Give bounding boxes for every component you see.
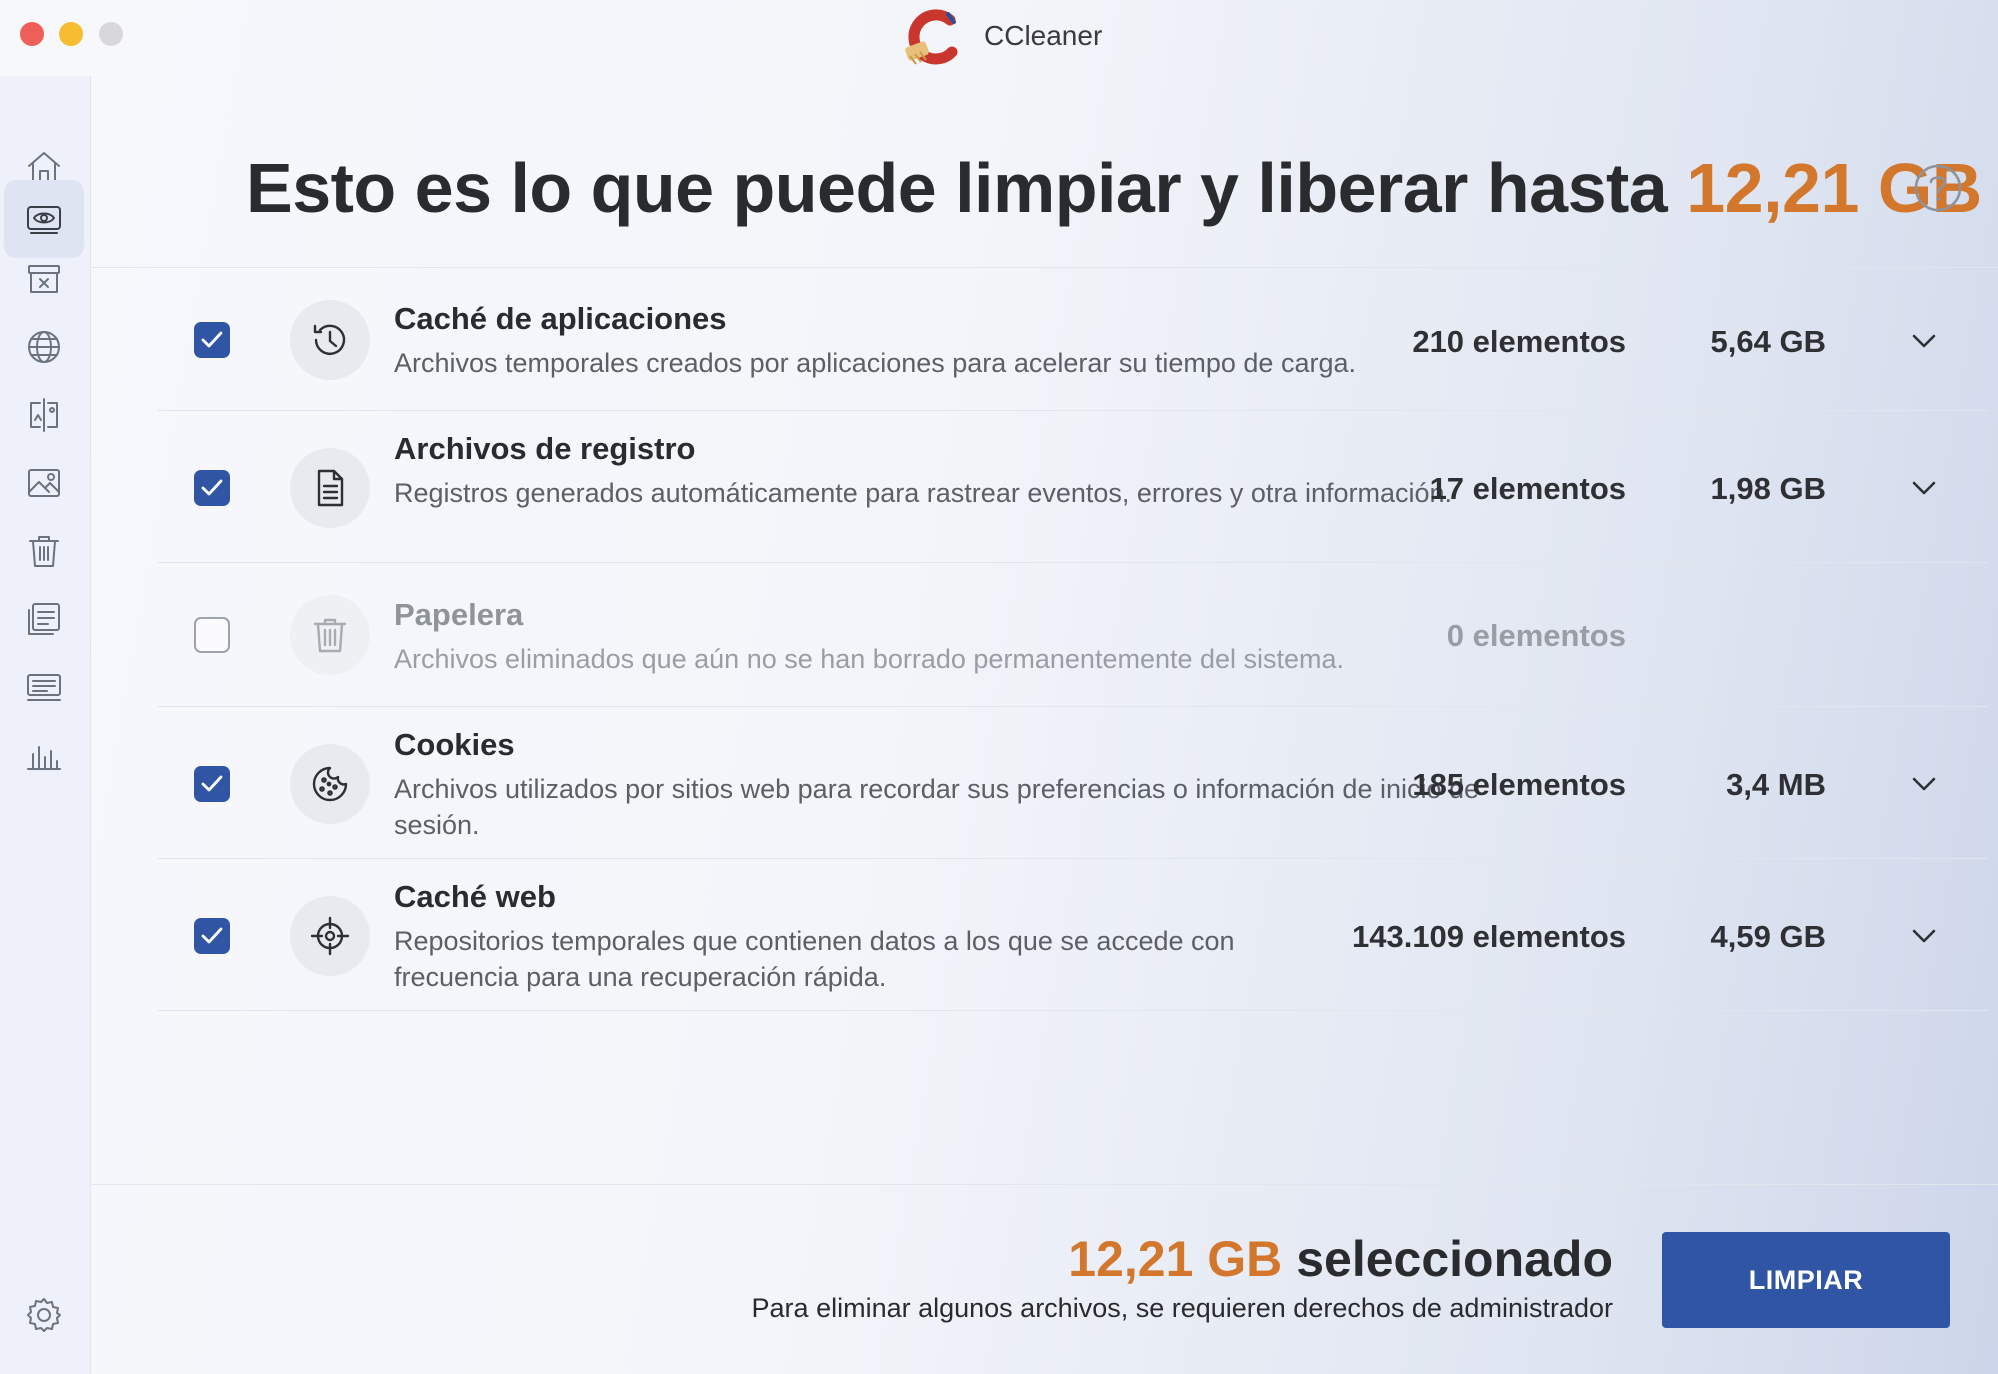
- app-window: CCleaner Esto es lo que puede limpiar y …: [0, 0, 1998, 1374]
- row-icon-bg: [290, 595, 370, 675]
- chevron-down-icon[interactable]: [1908, 325, 1940, 357]
- globe-icon: [28, 331, 60, 363]
- ccleaner-logo-icon: [905, 9, 958, 65]
- cache-apps-checkbox[interactable]: [194, 322, 230, 358]
- row-size: 5,64 GB: [1710, 324, 1826, 359]
- checkmark-icon: [201, 927, 223, 944]
- row-title: Cookies: [394, 727, 515, 762]
- row-title: Caché de aplicaciones: [394, 301, 727, 336]
- gear-icon: [27, 1298, 61, 1332]
- history-icon: [313, 324, 346, 355]
- chevron-down-icon[interactable]: [1908, 768, 1940, 800]
- window-zoom-button[interactable]: [99, 22, 123, 46]
- sidebar-item-uninstaller[interactable]: [4, 240, 84, 318]
- row-count: 210 elementos: [1412, 324, 1626, 359]
- list-item-log-files[interactable]: Archivos de registro Registros generados…: [158, 411, 1988, 562]
- eye-drive-icon: [27, 206, 61, 234]
- headline-text: Esto es lo que puede limpiar y liberar h…: [246, 149, 1668, 227]
- cookie-icon: [312, 766, 348, 802]
- keyboard-icon: [27, 674, 61, 701]
- row-count: 185 elementos: [1412, 767, 1626, 802]
- row-size: 3,4 MB: [1726, 767, 1826, 802]
- sidebar: [0, 76, 91, 1374]
- admin-note: Para eliminar algunos archivos, se requi…: [751, 1293, 1613, 1323]
- page-title: Esto es lo que puede limpiar y liberar h…: [246, 148, 1982, 228]
- list-item-trash[interactable]: Papelera Archivos eliminados que aún no …: [158, 563, 1988, 706]
- selected-amount: 12,21 GB: [1068, 1231, 1283, 1287]
- row-description: Archivos temporales creados por aplicaci…: [394, 348, 1356, 378]
- help-icon[interactable]: [1912, 162, 1964, 214]
- chevron-down-icon[interactable]: [1908, 472, 1940, 504]
- row-title: Caché web: [394, 879, 556, 914]
- checkmark-icon: [201, 479, 223, 496]
- row-description: Archivos utilizados por sitios web para …: [394, 774, 1480, 840]
- row-divider: [158, 1010, 1988, 1011]
- document-icon: [317, 469, 344, 507]
- clean-button[interactable]: LIMPIAR: [1662, 1232, 1950, 1328]
- sidebar-item-performance[interactable]: [4, 648, 84, 726]
- window-minimize-button[interactable]: [59, 22, 83, 46]
- title-bar: CCleaner: [0, 0, 1998, 74]
- window-close-button[interactable]: [20, 22, 44, 46]
- web-cache-checkbox[interactable]: [194, 918, 230, 954]
- footer-divider: [92, 1184, 1998, 1185]
- sidebar-item-settings[interactable]: [4, 1276, 84, 1354]
- list-item-web-cache[interactable]: Caché web Repositorios temporales que co…: [158, 859, 1988, 1010]
- list-item-cache-apps[interactable]: Caché de aplicaciones Archivos temporale…: [158, 280, 1988, 410]
- sidebar-item-browser[interactable]: [4, 308, 84, 386]
- trash-checkbox[interactable]: [194, 617, 230, 653]
- archive-x-icon: [28, 265, 60, 293]
- checkmark-icon: [201, 331, 223, 348]
- checkmark-icon: [201, 775, 223, 792]
- row-size: 1,98 GB: [1710, 471, 1826, 506]
- list-icon: [28, 603, 60, 635]
- row-icon-bg: [290, 448, 370, 528]
- sidebar-item-optimizer[interactable]: [4, 580, 84, 658]
- row-description: Registros generados automáticamente para…: [394, 478, 1453, 508]
- window-title: CCleaner: [984, 20, 1103, 51]
- chevron-down-icon[interactable]: [1908, 920, 1940, 952]
- image-icon: [28, 469, 60, 497]
- header-divider: [92, 267, 1998, 268]
- row-title: Archivos de registro: [394, 431, 696, 466]
- sidebar-item-photos[interactable]: [4, 444, 84, 522]
- selected-total: 12,21 GB seleccionado: [1068, 1230, 1613, 1288]
- trash-icon: [313, 618, 347, 653]
- sidebar-item-stats[interactable]: [4, 716, 84, 794]
- row-count: 0 elementos: [1446, 618, 1626, 653]
- chart-icon: [27, 746, 61, 770]
- row-icon-bg: [290, 744, 370, 824]
- selected-label: seleccionado: [1296, 1231, 1613, 1287]
- row-title: Papelera: [394, 597, 524, 632]
- cookies-checkbox[interactable]: [194, 766, 230, 802]
- row-description: Archivos eliminados que aún no se han bo…: [394, 644, 1345, 674]
- row-icon-bg: [290, 896, 370, 976]
- list-item-cookies[interactable]: Cookies Archivos utilizados por sitios w…: [158, 707, 1988, 858]
- sidebar-item-duplicates[interactable]: [4, 376, 84, 454]
- row-icon-bg: [290, 300, 370, 380]
- row-size: 4,59 GB: [1710, 919, 1826, 954]
- row-description: Repositorios temporales que contienen da…: [394, 926, 1235, 992]
- trash-icon: [29, 536, 59, 567]
- row-count: 17 elementos: [1429, 471, 1626, 506]
- sidebar-item-trash[interactable]: [4, 512, 84, 590]
- row-count: 143.109 elementos: [1351, 919, 1626, 954]
- target-icon: [310, 916, 350, 956]
- compare-icon: [30, 398, 58, 432]
- log-files-checkbox[interactable]: [194, 470, 230, 506]
